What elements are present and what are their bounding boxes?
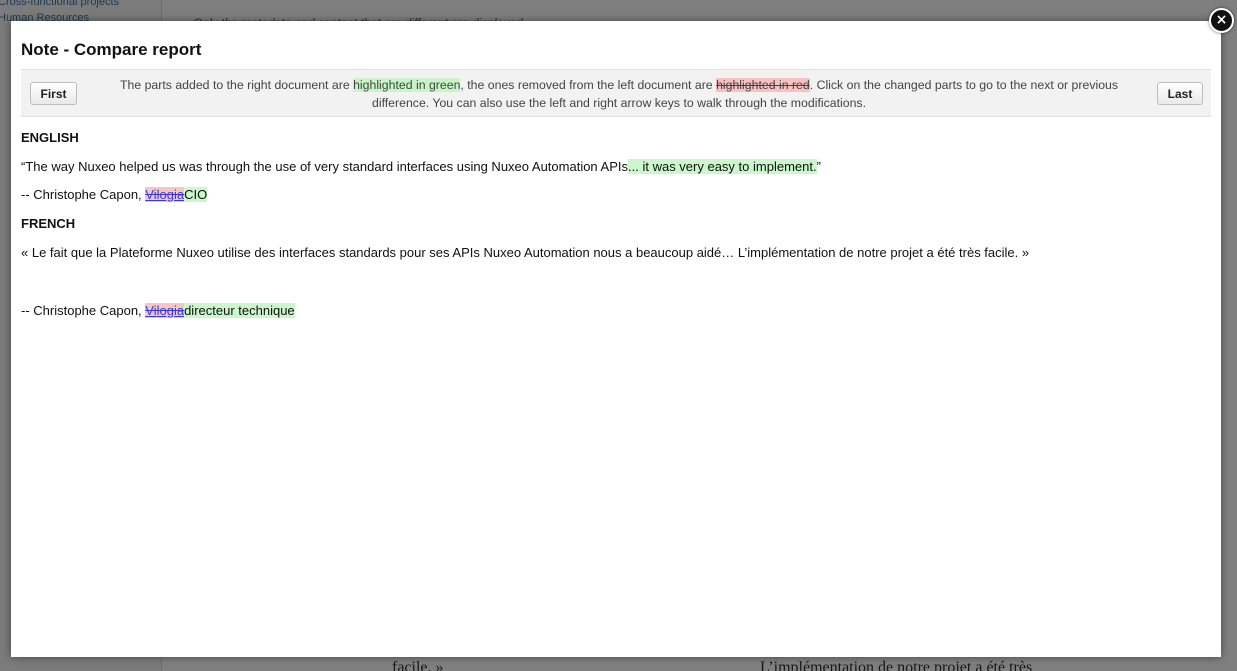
added-legend: highlighted in green xyxy=(353,78,461,92)
close-icon[interactable]: × xyxy=(1209,8,1234,33)
info-bar: First The parts added to the right docum… xyxy=(21,69,1211,117)
french-attribution: -- Christophe Capon, Vilogiadirecteur te… xyxy=(21,303,295,319)
french-removed-diff[interactable]: Vilogia xyxy=(145,303,185,318)
removed-legend: highlighted in red xyxy=(716,78,810,92)
english-quote-end: ” xyxy=(816,159,821,174)
french-heading: FRENCH xyxy=(21,216,76,231)
info-text: The parts added to the right document ar… xyxy=(91,76,1147,112)
info-part1: The parts added to the right document ar… xyxy=(119,78,354,92)
english-quote: “The way Nuxeo helped us was through the… xyxy=(21,159,821,175)
english-added-diff[interactable]: CIO xyxy=(184,187,208,202)
english-attribution: -- Christophe Capon, VilogiaCIO xyxy=(21,187,208,203)
dialog-title: Note - Compare report xyxy=(21,40,202,59)
english-quote-text: “The way Nuxeo helped us was through the… xyxy=(21,159,629,174)
compare-report-dialog: Note - Compare report First The parts ad… xyxy=(11,21,1221,657)
last-difference-button[interactable]: Last xyxy=(1157,82,1203,105)
info-part2: , the ones removed from the left documen… xyxy=(460,78,717,92)
first-difference-button[interactable]: First xyxy=(30,82,77,105)
french-attribution-text: -- Christophe Capon, xyxy=(21,303,146,318)
french-quote: « Le fait que la Plateforme Nuxeo utilis… xyxy=(21,245,1030,260)
english-removed-diff[interactable]: Vilogia xyxy=(145,187,185,202)
english-heading: ENGLISH xyxy=(21,130,79,145)
english-quote-added[interactable]: ... it was very easy to implement. xyxy=(628,159,817,174)
french-added-diff[interactable]: directeur technique xyxy=(184,303,295,318)
english-attribution-text: -- Christophe Capon, xyxy=(21,187,146,202)
